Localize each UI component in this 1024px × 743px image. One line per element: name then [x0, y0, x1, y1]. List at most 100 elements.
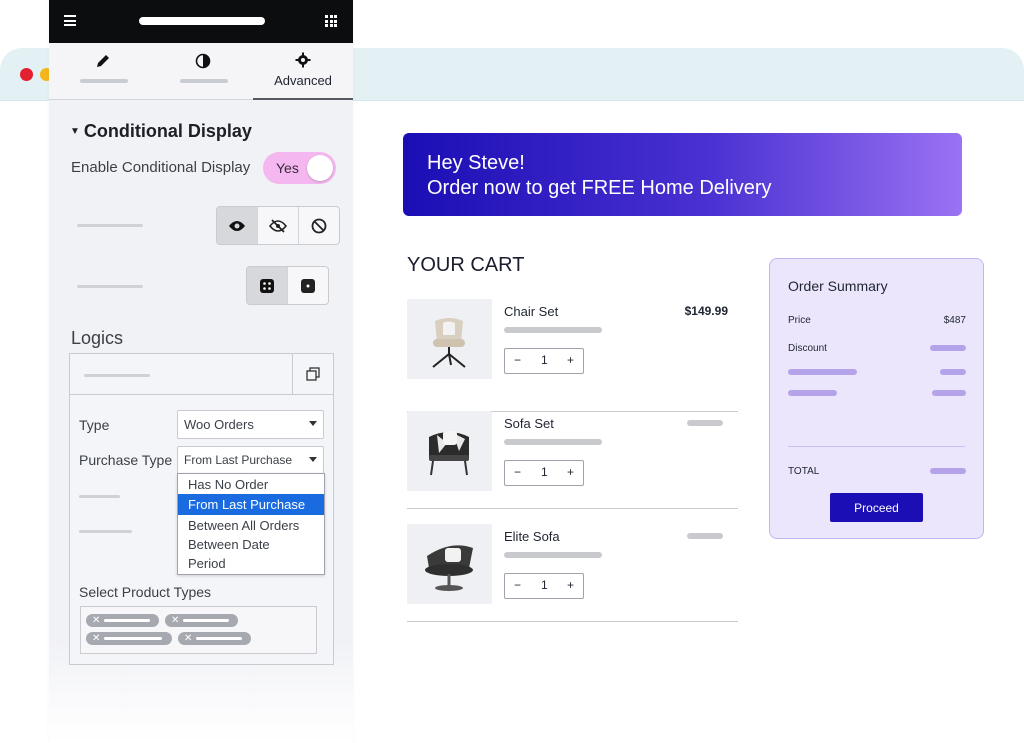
- product-tag: ✕: [86, 614, 159, 627]
- type-select[interactable]: Woo Orders: [177, 410, 324, 439]
- product-types-label: Select Product Types: [79, 584, 212, 600]
- tab-label-placeholder: [80, 79, 128, 83]
- close-icon[interactable]: ✕: [92, 614, 100, 627]
- increment-button[interactable]: +: [567, 353, 574, 367]
- purchase-type-value: From Last Purchase: [184, 453, 293, 467]
- field-label-placeholder: [79, 530, 132, 533]
- close-icon[interactable]: ✕: [171, 614, 179, 627]
- setting-label-placeholder: [77, 285, 143, 288]
- summary-line-placeholder: [788, 390, 837, 396]
- title-placeholder: [139, 17, 265, 25]
- increment-button[interactable]: +: [567, 465, 574, 479]
- cart-title: YOUR CART: [407, 254, 525, 276]
- single-layout-button[interactable]: [288, 267, 328, 304]
- item-price-placeholder: [687, 420, 723, 426]
- total-value-placeholder: [930, 468, 966, 474]
- section-title-text: Conditional Display: [83, 121, 252, 141]
- promo-banner: Hey Steve! Order now to get FREE Home De…: [403, 133, 962, 216]
- item-description-placeholder: [504, 327, 602, 333]
- quantity-stepper[interactable]: − 1 +: [504, 460, 584, 486]
- item-name: Sofa Set: [504, 416, 554, 431]
- copy-icon: [306, 367, 320, 381]
- logics-title: Logics: [71, 328, 124, 348]
- item-price: $149.99: [684, 304, 728, 318]
- summary-divider: [788, 446, 965, 447]
- layout-button-group: [246, 266, 329, 305]
- type-select-value: Woo Orders: [184, 417, 254, 432]
- editor-tabs: Advanced: [49, 43, 353, 100]
- enable-conditional-toggle[interactable]: Yes: [263, 152, 336, 184]
- tab-advanced-label: Advanced: [274, 73, 332, 88]
- caret-down-icon: ▼: [70, 126, 80, 137]
- section-title[interactable]: ▼ Conditional Display: [70, 121, 252, 142]
- price-value: $487: [943, 315, 966, 326]
- purchase-type-select[interactable]: From Last Purchase: [177, 446, 324, 475]
- product-types-input[interactable]: ✕ ✕ ✕ ✕: [80, 606, 317, 654]
- block-icon: [311, 218, 327, 233]
- option-has-no-order[interactable]: Has No Order: [178, 474, 324, 494]
- editor-topbar: [49, 0, 353, 43]
- cart-item: Chair Set $149.99 − 1 +: [407, 299, 738, 412]
- grid-layout-button[interactable]: [247, 267, 288, 304]
- cart-item: Sofa Set − 1 +: [407, 411, 738, 509]
- option-between-date[interactable]: Between Date: [178, 535, 324, 554]
- contrast-icon: [153, 53, 253, 74]
- total-label: TOTAL: [788, 466, 820, 477]
- item-name: Elite Sofa: [504, 529, 560, 544]
- chevron-down-icon: [309, 421, 317, 426]
- tab-style[interactable]: [153, 43, 253, 99]
- rule-title-placeholder: [84, 374, 150, 377]
- decrement-button[interactable]: −: [514, 578, 521, 592]
- product-image-elite-sofa: [407, 524, 492, 604]
- cart-item: Elite Sofa − 1 +: [407, 524, 738, 622]
- disable-button[interactable]: [299, 207, 339, 244]
- toggle-label: Yes: [276, 160, 299, 176]
- order-summary-card: Order Summary Price $487 Discount TOTAL …: [769, 258, 984, 539]
- banner-greeting: Hey Steve!: [427, 152, 525, 174]
- gear-icon: [253, 52, 353, 73]
- quantity-stepper[interactable]: − 1 +: [504, 348, 584, 374]
- apps-grid-icon[interactable]: [325, 15, 337, 27]
- close-icon[interactable]: ✕: [184, 632, 192, 645]
- show-button[interactable]: [217, 207, 258, 244]
- pencil-icon: [53, 53, 153, 74]
- enable-conditional-label: Enable Conditional Display: [71, 159, 251, 176]
- decrement-button[interactable]: −: [514, 465, 521, 479]
- quantity-stepper[interactable]: − 1 +: [504, 573, 584, 599]
- purchase-type-label: Purchase Type: [79, 452, 173, 468]
- banner-message: Order now to get FREE Home Delivery: [427, 177, 772, 199]
- close-icon[interactable]: ✕: [92, 632, 100, 645]
- hide-button[interactable]: [258, 207, 299, 244]
- setting-label-placeholder: [77, 224, 143, 227]
- eye-icon: [229, 220, 245, 231]
- order-summary-title: Order Summary: [788, 278, 888, 294]
- quantity-value: 1: [541, 353, 548, 367]
- chevron-down-icon: [309, 457, 317, 462]
- product-tag: ✕: [178, 632, 251, 645]
- logic-rule-header[interactable]: [70, 354, 333, 395]
- proceed-button[interactable]: Proceed: [830, 493, 923, 522]
- discount-label: Discount: [788, 343, 827, 354]
- duplicate-button[interactable]: [292, 354, 333, 394]
- increment-button[interactable]: +: [567, 578, 574, 592]
- decrement-button[interactable]: −: [514, 353, 521, 367]
- eye-off-icon: [269, 218, 287, 233]
- tab-advanced[interactable]: Advanced: [253, 43, 353, 100]
- window-close-dot[interactable]: [20, 68, 33, 81]
- item-name: Chair Set: [504, 304, 559, 319]
- quantity-value: 1: [541, 465, 548, 479]
- visibility-button-group: [216, 206, 340, 245]
- menu-icon[interactable]: [64, 15, 76, 26]
- tab-label-placeholder: [180, 79, 228, 83]
- summary-line-placeholder: [788, 369, 857, 375]
- option-period[interactable]: Period: [178, 554, 324, 574]
- field-label-placeholder: [79, 495, 120, 498]
- tab-content[interactable]: [53, 43, 153, 99]
- toggle-knob: [307, 155, 333, 181]
- option-between-all-orders[interactable]: Between All Orders: [178, 515, 324, 535]
- product-tag: ✕: [86, 632, 172, 645]
- item-description-placeholder: [504, 552, 602, 558]
- purchase-type-dropdown: Has No Order From Last Purchase Between …: [177, 473, 325, 575]
- option-from-last-purchase[interactable]: From Last Purchase: [178, 494, 324, 515]
- item-price-placeholder: [687, 533, 723, 539]
